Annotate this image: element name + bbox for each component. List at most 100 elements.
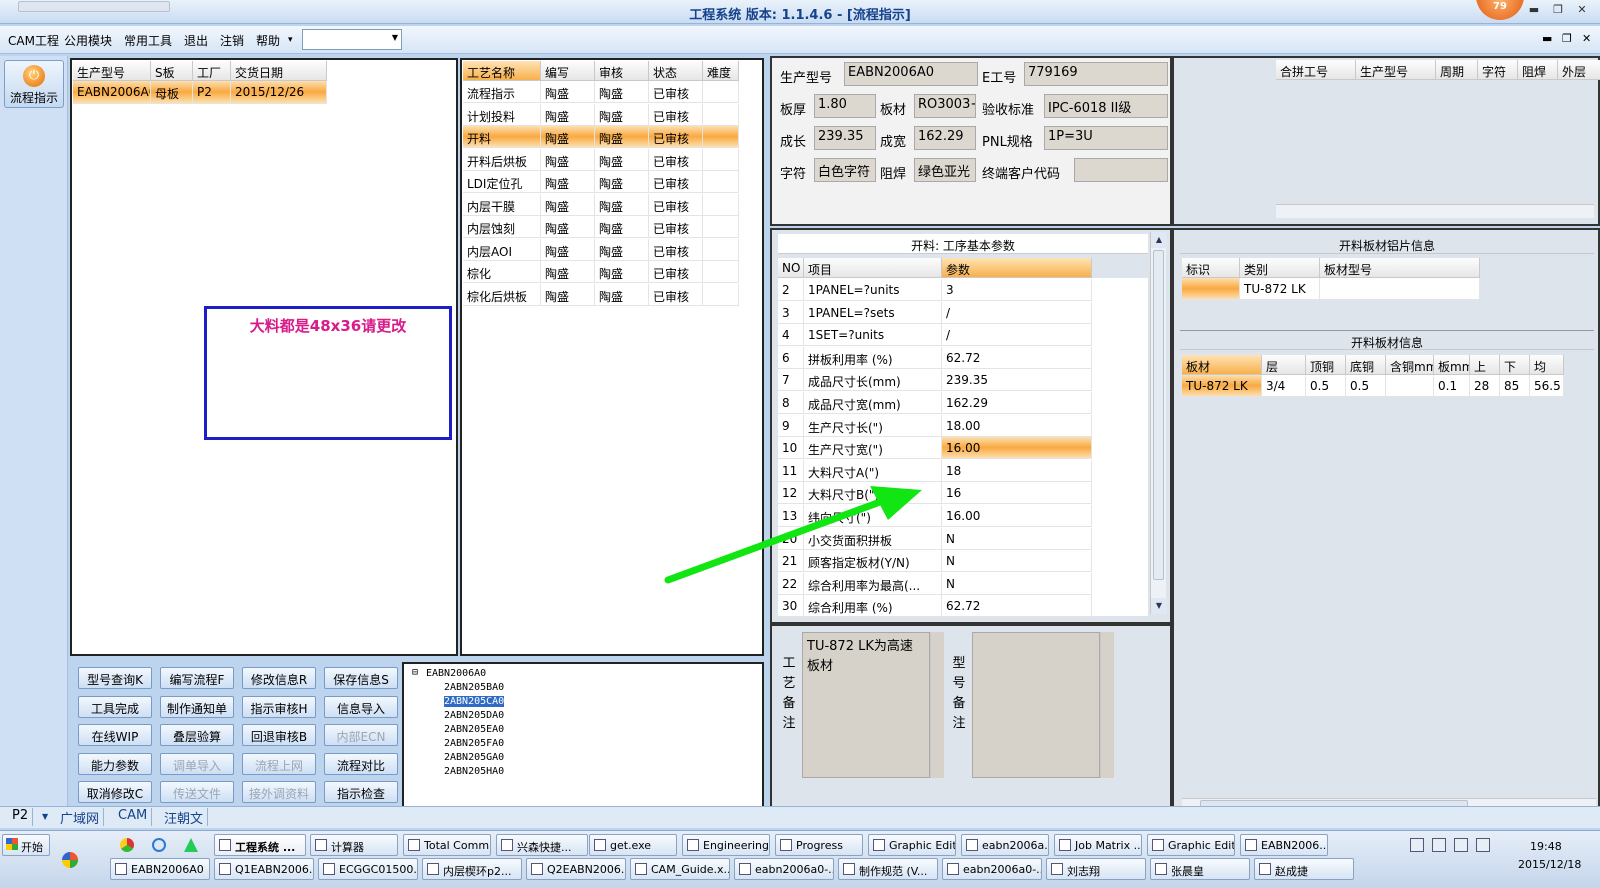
table-cell[interactable]: 7 xyxy=(778,369,804,392)
table-cell[interactable]: 陶盛 xyxy=(541,126,595,148)
col-reviewer[interactable]: 审核 xyxy=(595,61,649,81)
table-cell[interactable]: 6 xyxy=(778,346,804,369)
taskbar-button[interactable]: Graphic Edit... xyxy=(868,834,956,856)
table-cell[interactable]: 成品尺寸长(mm) xyxy=(804,369,942,392)
action-button[interactable]: 工具完成 xyxy=(78,695,152,718)
field-len[interactable]: 239.35 xyxy=(814,126,876,150)
action-button[interactable]: 能力参数 xyxy=(78,752,152,775)
board-col-header[interactable]: 下 xyxy=(1500,355,1530,375)
table-cell[interactable] xyxy=(703,148,739,171)
taskbar-button[interactable]: Q1EABN2006... xyxy=(214,858,314,880)
board-col-header[interactable]: 顶铜 xyxy=(1306,355,1346,375)
status-tab[interactable]: 汪朝文 xyxy=(160,808,209,827)
foil-col-header[interactable]: 板材型号 xyxy=(1320,258,1480,278)
merge-col-header[interactable]: 外层 xyxy=(1558,60,1600,80)
table-cell[interactable]: 已审核 xyxy=(649,171,703,193)
merge-col-header[interactable]: 阻焊 xyxy=(1518,60,1558,80)
table-cell[interactable] xyxy=(703,126,739,148)
model-remark-text[interactable] xyxy=(972,632,1100,778)
menu-common-module[interactable]: 公用模块 xyxy=(64,32,112,49)
merge-col-header[interactable]: 生产型号 xyxy=(1356,60,1436,80)
taskbar-button[interactable]: Graphic Edit... xyxy=(1147,834,1235,856)
action-button[interactable]: 流程上网 xyxy=(242,752,316,775)
table-cell[interactable]: 棕化后烘板 xyxy=(463,283,541,306)
table-cell[interactable]: 内层干膜 xyxy=(463,193,541,216)
scroll-thumb[interactable] xyxy=(18,1,170,12)
table-cell[interactable]: 生产尺寸宽(") xyxy=(804,437,942,460)
table-cell[interactable]: 综合利用率 (%) xyxy=(804,595,942,618)
table-cell[interactable]: / xyxy=(942,301,1092,324)
table-cell[interactable]: 成品尺寸宽(mm) xyxy=(804,392,942,414)
table-cell[interactable]: 62.72 xyxy=(942,595,1092,618)
taskbar-button[interactable]: eabn2006a0-... xyxy=(734,858,834,880)
minimize-icon[interactable]: ▬ xyxy=(1526,3,1542,19)
table-cell[interactable]: 已审核 xyxy=(649,126,703,148)
action-button[interactable]: 接外调资料 xyxy=(242,781,316,803)
tree-node[interactable]: 2ABN205EA0 xyxy=(444,724,504,735)
menu-logout[interactable]: 注销 xyxy=(220,32,244,49)
table-cell[interactable]: LDI定位孔 xyxy=(463,171,541,193)
table-cell[interactable]: 8 xyxy=(778,392,804,414)
table-cell[interactable]: N xyxy=(942,572,1092,595)
taskbar-button[interactable]: get.exe xyxy=(589,834,677,856)
menu-combo[interactable]: ▼ xyxy=(302,29,402,50)
clock-time[interactable]: 19:48 xyxy=(1530,840,1562,853)
table-cell[interactable]: 已审核 xyxy=(649,261,703,283)
table-cell[interactable]: 陶盛 xyxy=(541,81,595,103)
table-cell[interactable]: 生产尺寸长(") xyxy=(804,414,942,437)
table-cell[interactable]: 18 xyxy=(942,459,1092,482)
taskbar-button[interactable]: EABN2006... xyxy=(1240,834,1328,856)
combo-arrow-icon[interactable]: ▼ xyxy=(392,33,398,42)
tree-node[interactable]: 2ABN205BA0 xyxy=(444,682,504,693)
table-cell[interactable]: 陶盛 xyxy=(541,171,595,193)
table-cell[interactable]: 0.5 xyxy=(1346,375,1386,397)
table-cell[interactable]: 3/4 xyxy=(1262,375,1306,397)
table-cell[interactable]: 9 xyxy=(778,414,804,437)
flow-indicator-button[interactable]: ⏻ 流程指示 xyxy=(4,60,64,108)
ie-icon[interactable] xyxy=(152,838,166,852)
board-col-header[interactable]: 板材 xyxy=(1182,355,1262,375)
foil-col-header[interactable]: 类别 xyxy=(1240,258,1320,278)
table-cell[interactable]: 陶盛 xyxy=(541,148,595,171)
col-delivery[interactable]: 交货日期 xyxy=(231,61,327,81)
table-cell[interactable]: 3 xyxy=(778,301,804,324)
taskbar-button[interactable]: 工程系统 ... xyxy=(214,834,306,856)
taskbar-button[interactable]: eabn2006a... xyxy=(961,834,1049,856)
table-cell[interactable]: 陶盛 xyxy=(541,261,595,283)
action-button[interactable]: 叠层验算 xyxy=(160,724,234,746)
action-button[interactable]: 传送文件 xyxy=(160,781,234,803)
table-cell[interactable]: 1PANEL=?sets xyxy=(804,301,942,324)
merge-col-header[interactable]: 字符 xyxy=(1478,60,1518,80)
table-cell[interactable]: 已审核 xyxy=(649,216,703,238)
mdi-minimize-icon[interactable]: ▬ xyxy=(1542,32,1552,45)
table-cell[interactable] xyxy=(1320,278,1480,300)
table-cell[interactable]: EABN2006A0 xyxy=(73,81,151,104)
table-cell[interactable]: 陶盛 xyxy=(595,126,649,148)
remark-scrollbar[interactable] xyxy=(1100,632,1114,778)
merge-col-header[interactable]: 合拼工号 xyxy=(1276,60,1356,80)
params-col-header[interactable]: 项目 xyxy=(804,258,942,278)
tree-node[interactable]: 2ABN205HA0 xyxy=(444,766,504,777)
table-cell[interactable]: 11 xyxy=(778,459,804,482)
board-col-header[interactable]: 板mm xyxy=(1434,355,1470,375)
table-cell[interactable]: 陶盛 xyxy=(541,238,595,261)
col-process-name[interactable]: 工艺名称 xyxy=(463,61,541,81)
action-button[interactable]: 取消修改C xyxy=(78,781,152,803)
taskbar-button[interactable]: CAM_Guide.x... xyxy=(630,858,730,880)
mdi-restore-icon[interactable]: ❐ xyxy=(1562,32,1572,45)
field-material[interactable]: RO3003+ xyxy=(914,94,976,118)
table-cell[interactable]: 开料 xyxy=(463,126,541,148)
table-cell[interactable]: 陶盛 xyxy=(595,148,649,171)
table-cell[interactable]: 3 xyxy=(942,279,1092,301)
table-cell[interactable]: 2 xyxy=(778,279,804,301)
field-std[interactable]: IPC-6018 II级 xyxy=(1044,94,1168,118)
table-cell[interactable]: 陶盛 xyxy=(595,81,649,103)
table-cell[interactable] xyxy=(703,238,739,261)
tree-node[interactable]: 2ABN205GA0 xyxy=(444,752,504,763)
tree-collapse-icon[interactable]: ⊟ xyxy=(412,667,418,678)
table-cell[interactable]: 18.00 xyxy=(942,414,1092,437)
table-cell[interactable]: 陶盛 xyxy=(541,283,595,306)
foil-col-header[interactable]: 标识 xyxy=(1182,258,1240,278)
taskbar-button[interactable]: Job Matrix ... xyxy=(1054,834,1142,856)
tray-icon-2[interactable] xyxy=(1432,838,1446,852)
